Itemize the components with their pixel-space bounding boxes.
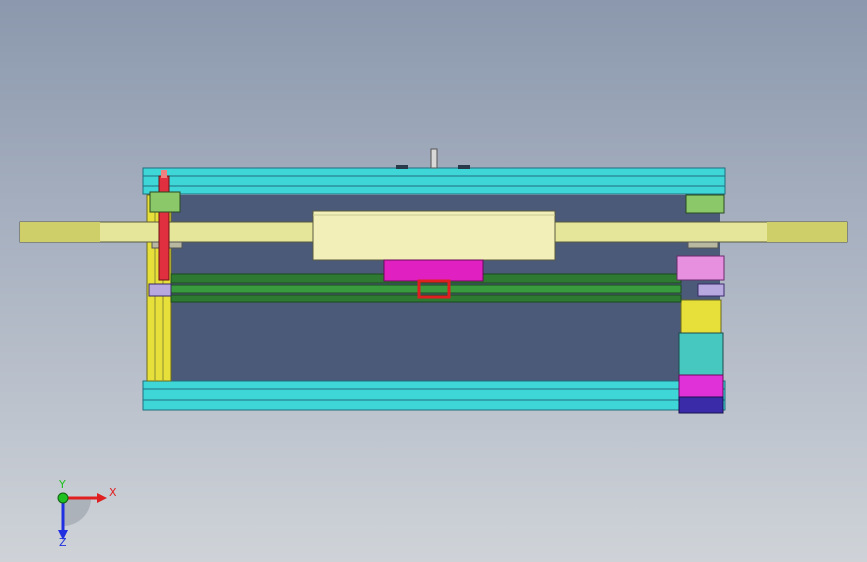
y-axis-dot [57, 492, 69, 504]
left-bracket [149, 191, 181, 213]
top-frame-bar [142, 167, 726, 195]
x-axis-arrowhead [97, 493, 107, 503]
assembly-model[interactable] [0, 0, 867, 562]
right-disc-edge [767, 222, 847, 242]
motor-magenta-band [678, 374, 724, 398]
x-axis-label: X [109, 486, 117, 499]
z-axis-label: Z [59, 536, 67, 548]
left-clamp [148, 283, 172, 297]
motor-base [678, 396, 724, 414]
left-disc-edge [20, 222, 100, 242]
center-magenta-block [383, 259, 484, 282]
y-axis-label: Y [58, 478, 66, 491]
right-clamp [697, 283, 725, 297]
bottom-frame-bar [142, 380, 726, 411]
right-bracket [685, 194, 725, 214]
top-bolt [430, 148, 438, 169]
left-nozzle-tip [161, 170, 167, 178]
center-block [312, 210, 556, 261]
top-clip-right [458, 165, 470, 169]
rail-middle [170, 284, 682, 294]
orientation-triad[interactable]: X Y Z [45, 478, 125, 548]
top-clip-left [396, 165, 408, 169]
right-post [680, 299, 722, 336]
motor-body [678, 332, 724, 376]
triad-quadrant-shading [63, 498, 91, 526]
right-disc-hub [687, 241, 719, 249]
right-pink-block [676, 255, 725, 281]
graphics-viewport[interactable]: X Y Z [0, 0, 867, 562]
